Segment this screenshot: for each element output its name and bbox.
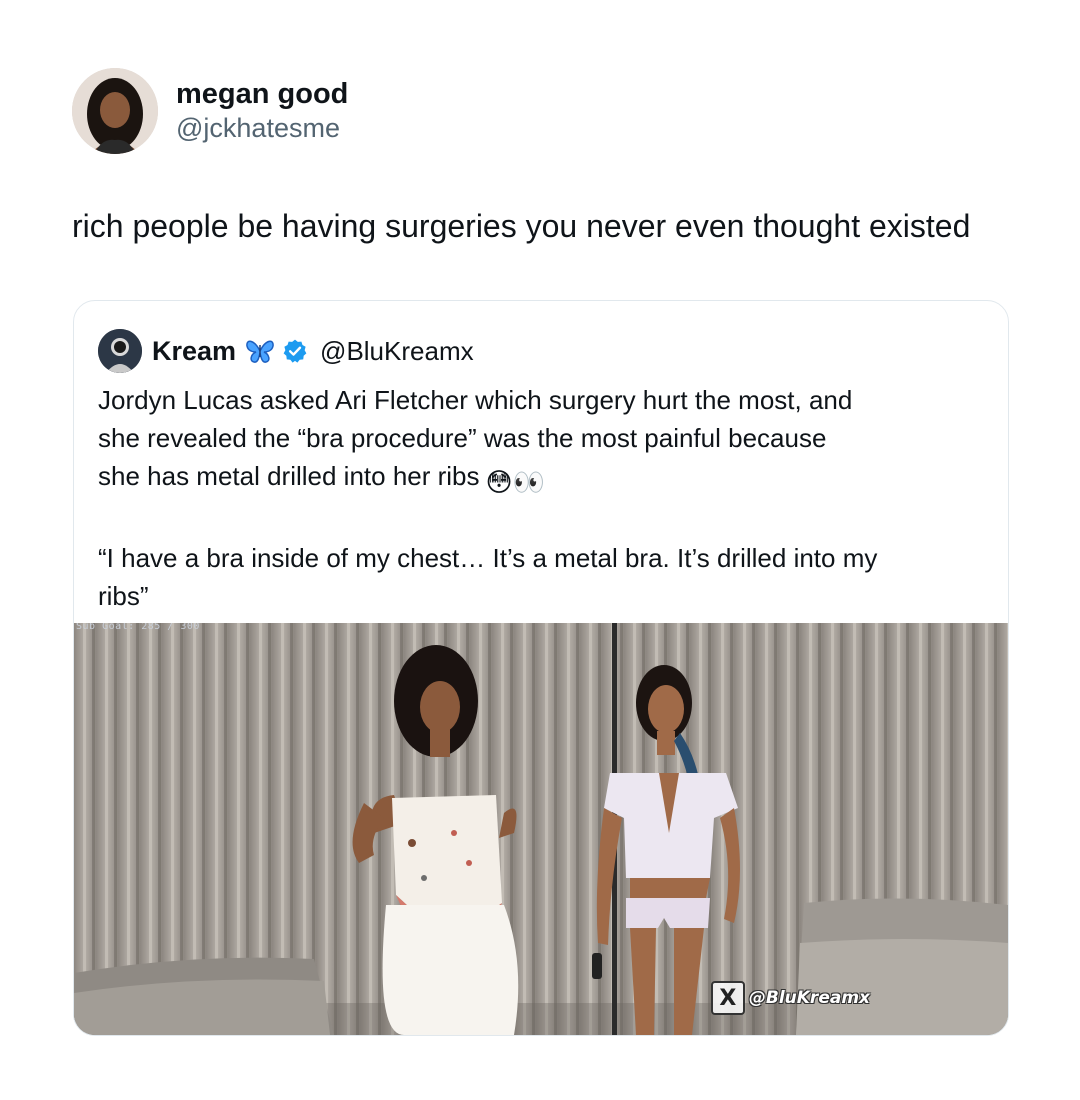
quoted-tweet-media[interactable]: Sub Goal: 285 / 300 X @BluKreamx: [74, 623, 1008, 1035]
author-avatar[interactable]: [72, 68, 158, 154]
quoted-tweet-card[interactable]: Kream @BluKreamx Jordyn Lucas asked Ari …: [73, 300, 1009, 1036]
tweet-author: megan good @jckhatesme: [72, 68, 348, 154]
quoted-author-avatar[interactable]: [98, 329, 142, 373]
verified-badge-icon: [283, 339, 307, 363]
tweet-text: rich people be having surgeries you neve…: [72, 208, 971, 244]
author-display-name[interactable]: megan good: [176, 77, 348, 111]
stream-sub-goal-overlay: Sub Goal: 285 / 300: [76, 623, 200, 632]
video-watermark: X @BluKreamx: [710, 981, 870, 1015]
flushed-face-and-eyes-emoji: 😳👀: [485, 467, 546, 497]
author-handle[interactable]: @jckhatesme: [176, 111, 348, 145]
quoted-tweet-text: Jordyn Lucas asked Ari Fletcher which su…: [98, 381, 988, 615]
quoted-text-line: she revealed the “bra procedure” was the…: [98, 423, 827, 453]
quoted-text-line: “I have a bra inside of my chest… It’s a…: [98, 543, 878, 573]
quoted-text-line: she has metal drilled into her ribs 😳👀: [98, 457, 988, 501]
quoted-text-segment: she has metal drilled into her ribs: [98, 461, 480, 491]
quoted-text-line: ribs”: [98, 581, 149, 611]
quoted-author-display-name[interactable]: Kream: [152, 336, 236, 367]
quoted-tweet-header: Kream @BluKreamx: [98, 329, 474, 373]
x-logo-icon: X: [710, 981, 745, 1015]
blue-butterfly-icon: [246, 340, 274, 363]
quoted-text-line: Jordyn Lucas asked Ari Fletcher which su…: [98, 385, 853, 415]
author-names: megan good @jckhatesme: [176, 77, 348, 145]
quoted-author-handle[interactable]: @BluKreamx: [320, 336, 474, 367]
watermark-handle: @BluKreamx: [748, 988, 870, 1008]
